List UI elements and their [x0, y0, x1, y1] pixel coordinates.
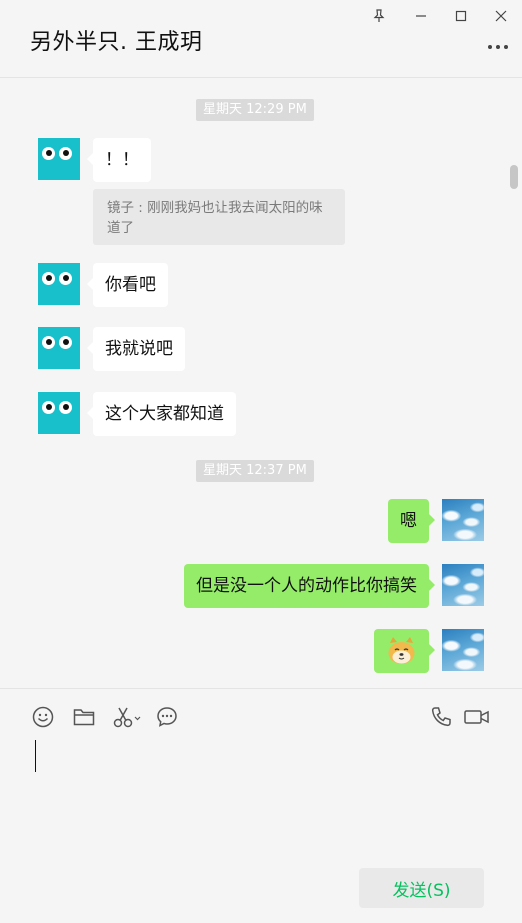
chat-title: 另外半只. 王成玥: [30, 30, 203, 55]
send-button[interactable]: 发送(S): [359, 868, 484, 908]
sticker-bubble[interactable]: [374, 629, 435, 673]
emoji-icon[interactable]: [30, 705, 56, 729]
message-bubble[interactable]: 嗯: [388, 499, 435, 543]
doge-emoji-icon: [388, 637, 415, 664]
composer-toolbar: [0, 688, 522, 744]
message-bubble[interactable]: 这个大家都知道: [87, 392, 236, 436]
avatar[interactable]: [442, 499, 484, 541]
avatar[interactable]: [38, 327, 80, 369]
chat-header: 另外半只. 王成玥: [0, 0, 522, 78]
avatar[interactable]: [442, 629, 484, 671]
maximize-icon[interactable]: [450, 6, 472, 26]
message-bubble[interactable]: ！！: [87, 138, 151, 182]
avatar[interactable]: [38, 138, 80, 180]
close-icon[interactable]: [490, 6, 512, 26]
video-icon[interactable]: [463, 705, 491, 729]
phone-icon[interactable]: [428, 705, 454, 729]
message-bubble[interactable]: 我就说吧: [87, 327, 185, 371]
chat-history-icon[interactable]: [154, 705, 180, 729]
message-bubble[interactable]: 但是没一个人的动作比你搞笑: [184, 564, 435, 608]
scissors-icon[interactable]: [112, 705, 142, 729]
avatar[interactable]: [38, 263, 80, 305]
quoted-message[interactable]: 镜子 : 刚刚我妈也让我去闻太阳的味道了: [93, 189, 345, 245]
timestamp: 星期天 12:29 PM: [196, 99, 314, 121]
chat-window: 另外半只. 王成玥 星期天 12:29 PM ！！ 镜子 : 刚刚我妈也让我去闻…: [0, 0, 522, 923]
message-input[interactable]: [30, 740, 492, 850]
timestamp: 星期天 12:37 PM: [196, 460, 314, 482]
minimize-icon[interactable]: [410, 6, 432, 26]
scrollbar-thumb[interactable]: [510, 165, 518, 189]
text-caret: [35, 740, 36, 772]
folder-icon[interactable]: [71, 705, 97, 729]
message-bubble[interactable]: 你看吧: [87, 263, 168, 307]
more-options-icon[interactable]: [486, 40, 510, 54]
avatar[interactable]: [442, 564, 484, 606]
avatar[interactable]: [38, 392, 80, 434]
pin-icon[interactable]: [368, 6, 390, 26]
message-list[interactable]: 星期天 12:29 PM ！！ 镜子 : 刚刚我妈也让我去闻太阳的味道了 你看吧…: [0, 79, 522, 688]
